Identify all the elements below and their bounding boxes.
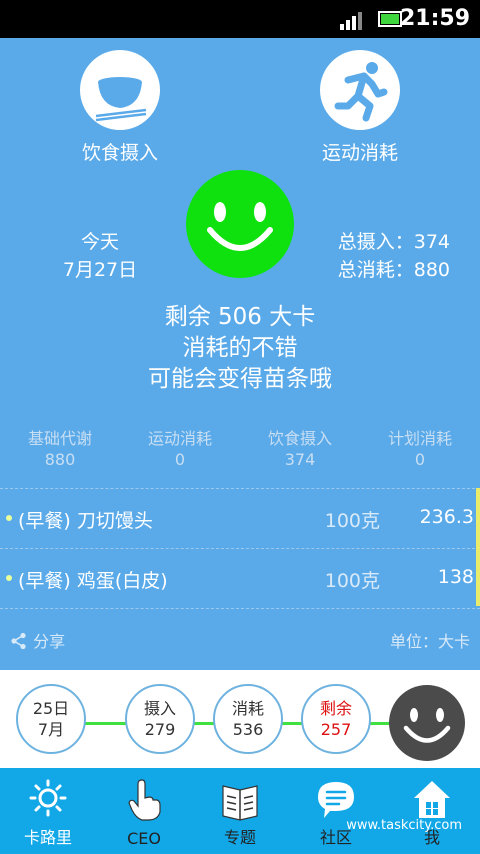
tab-community[interactable]: 社区 — [288, 768, 384, 854]
tab-topics[interactable]: 专题 — [192, 768, 288, 854]
stat-bmr: 基础代谢 880 — [0, 428, 120, 470]
food-item[interactable]: (早餐) 鸡蛋(白皮) 100克 138 — [0, 550, 480, 608]
bullet-dot — [6, 515, 12, 521]
summary-month: 7月 — [37, 720, 65, 739]
scrollbar[interactable] — [476, 488, 480, 606]
stat-diet: 饮食摄入 374 — [240, 428, 360, 470]
summary-intake-value: 279 — [144, 720, 176, 739]
share-label: 分享 — [33, 632, 66, 651]
smiley-face-icon — [186, 170, 294, 278]
summary-burn-circle[interactable]: 消耗 536 — [213, 684, 283, 754]
summary-burn-value: 536 — [232, 720, 264, 739]
tab-me[interactable]: 我 — [384, 768, 480, 854]
food-name: (早餐) 鸡蛋(白皮) — [18, 570, 168, 592]
sun-icon — [29, 779, 67, 817]
today-label: 今天 — [80, 231, 119, 253]
food-calories: 236.3 — [419, 506, 474, 528]
pointer-hand-icon — [128, 779, 161, 821]
summary-remaining-label: 剩余 — [319, 699, 352, 718]
tab-label: 卡路里 — [23, 828, 72, 847]
stat-label: 计划消耗 — [387, 429, 452, 448]
stat-value: 0 — [414, 450, 426, 469]
divider — [0, 548, 480, 549]
date-label: 7月27日 — [62, 259, 138, 281]
exercise-burn-label: 运动消耗 — [321, 142, 398, 164]
daily-summary: 25日 7月 摄入 279 消耗 536 剩余 257 — [0, 670, 480, 768]
encourage-message: 可能会变得苗条哦 — [148, 366, 332, 392]
tab-ceo[interactable]: CEO — [96, 768, 192, 854]
food-name: (早餐) 刀切馒头 — [18, 510, 153, 532]
tab-label: 专题 — [223, 828, 256, 847]
signal-icon — [340, 12, 362, 30]
summary-intake-circle[interactable]: 摄入 279 — [125, 684, 195, 754]
tab-calories[interactable]: 卡路里 — [0, 768, 96, 854]
status-time: 21:59 — [399, 6, 470, 31]
mood-smiley-icon[interactable] — [389, 685, 465, 761]
summary-burn-label: 消耗 — [231, 699, 264, 718]
tab-label: CEO — [127, 829, 161, 848]
stat-label: 运动消耗 — [147, 429, 212, 448]
watermark: www.taskcity.com — [346, 818, 462, 833]
divider — [0, 488, 480, 489]
status-bar: 21:59 — [0, 0, 480, 38]
diet-intake-button[interactable]: 饮食摄入 — [40, 50, 200, 164]
running-man-icon — [320, 50, 400, 130]
divider — [0, 608, 480, 609]
food-calories: 138 — [437, 566, 474, 588]
book-icon — [222, 785, 258, 821]
summary-intake-label: 摄入 — [143, 699, 176, 718]
exercise-burn-button[interactable]: 运动消耗 — [280, 50, 440, 164]
stat-value: 0 — [174, 450, 186, 469]
comment-message: 消耗的不错 — [182, 335, 298, 361]
bowl-icon — [80, 50, 160, 130]
diet-intake-label: 饮食摄入 — [81, 142, 158, 164]
battery-icon — [378, 11, 402, 27]
stat-plan: 计划消耗 0 — [360, 428, 480, 470]
food-amount: 100克 — [324, 570, 380, 592]
summary-day: 25日 — [32, 699, 70, 718]
stat-label: 饮食摄入 — [267, 429, 332, 448]
summary-date-circle[interactable]: 25日 7月 — [16, 684, 86, 754]
share-icon — [11, 632, 26, 650]
stats-row: 基础代谢 880 运动消耗 0 饮食摄入 374 计划消耗 0 — [0, 428, 480, 476]
main-panel: 饮食摄入 运动消耗 今天 7月27日 总摄入：374 总消耗：880 剩余 50… — [0, 38, 480, 670]
stat-value: 374 — [284, 450, 316, 469]
stat-exercise: 运动消耗 0 — [120, 428, 240, 470]
summary-remaining-value: 257 — [320, 720, 352, 739]
stat-value: 880 — [44, 450, 76, 469]
bottom-tab-bar: 卡路里 CEO 专题 社区 我 — [0, 768, 480, 854]
totals-block: 总摄入：374 总消耗：880 — [338, 228, 450, 284]
remaining-message: 剩余 506 大卡 — [164, 304, 316, 330]
food-amount: 100克 — [324, 510, 380, 532]
status-message: 剩余 506 大卡 消耗的不错 可能会变得苗条哦 — [0, 302, 480, 395]
unit-label: 单位：大卡 — [389, 632, 470, 651]
bullet-dot — [6, 575, 12, 581]
summary-remaining-circle[interactable]: 剩余 257 — [301, 684, 371, 754]
date-block: 今天 7月27日 — [40, 228, 160, 284]
total-burn: 总消耗：880 — [337, 259, 450, 281]
home-icon — [414, 781, 450, 818]
total-intake: 总摄入：374 — [337, 231, 450, 253]
chat-bubble-icon — [318, 782, 354, 818]
share-button[interactable]: 分享 — [10, 628, 65, 652]
stat-label: 基础代谢 — [27, 429, 92, 448]
food-item[interactable]: (早餐) 刀切馒头 100克 236.3 — [0, 490, 480, 548]
